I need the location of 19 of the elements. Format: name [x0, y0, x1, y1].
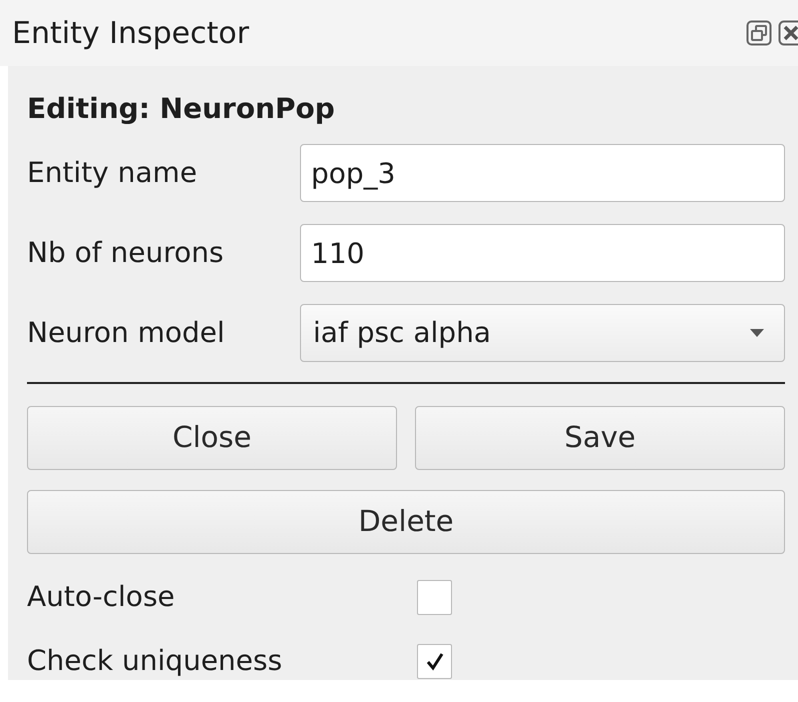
window-title: Entity Inspector: [12, 14, 250, 52]
field-label: Nb of neurons: [27, 235, 225, 271]
checkbox-label: Auto-close: [27, 579, 176, 615]
action-button[interactable]: Save: [415, 406, 785, 470]
close-icon[interactable]: [778, 20, 798, 46]
action-button[interactable]: Delete: [27, 490, 785, 554]
checkbox[interactable]: [417, 644, 452, 678]
caret-icon: [750, 329, 764, 337]
float-icon[interactable]: [746, 20, 772, 46]
field-label: Entity name: [27, 155, 198, 191]
checkbox[interactable]: [417, 580, 452, 614]
checkbox-label: Check uniqueness: [27, 643, 284, 679]
text-field[interactable]: 110: [300, 224, 785, 282]
field-label: Neuron model: [27, 315, 226, 351]
model-dropdown[interactable]: iaf psc alpha: [300, 304, 785, 362]
action-button[interactable]: Close: [27, 406, 397, 470]
editing-heading: Editing: NeuronPop: [27, 91, 336, 127]
check-icon: [424, 651, 444, 671]
text-field[interactable]: pop_3: [300, 144, 785, 202]
